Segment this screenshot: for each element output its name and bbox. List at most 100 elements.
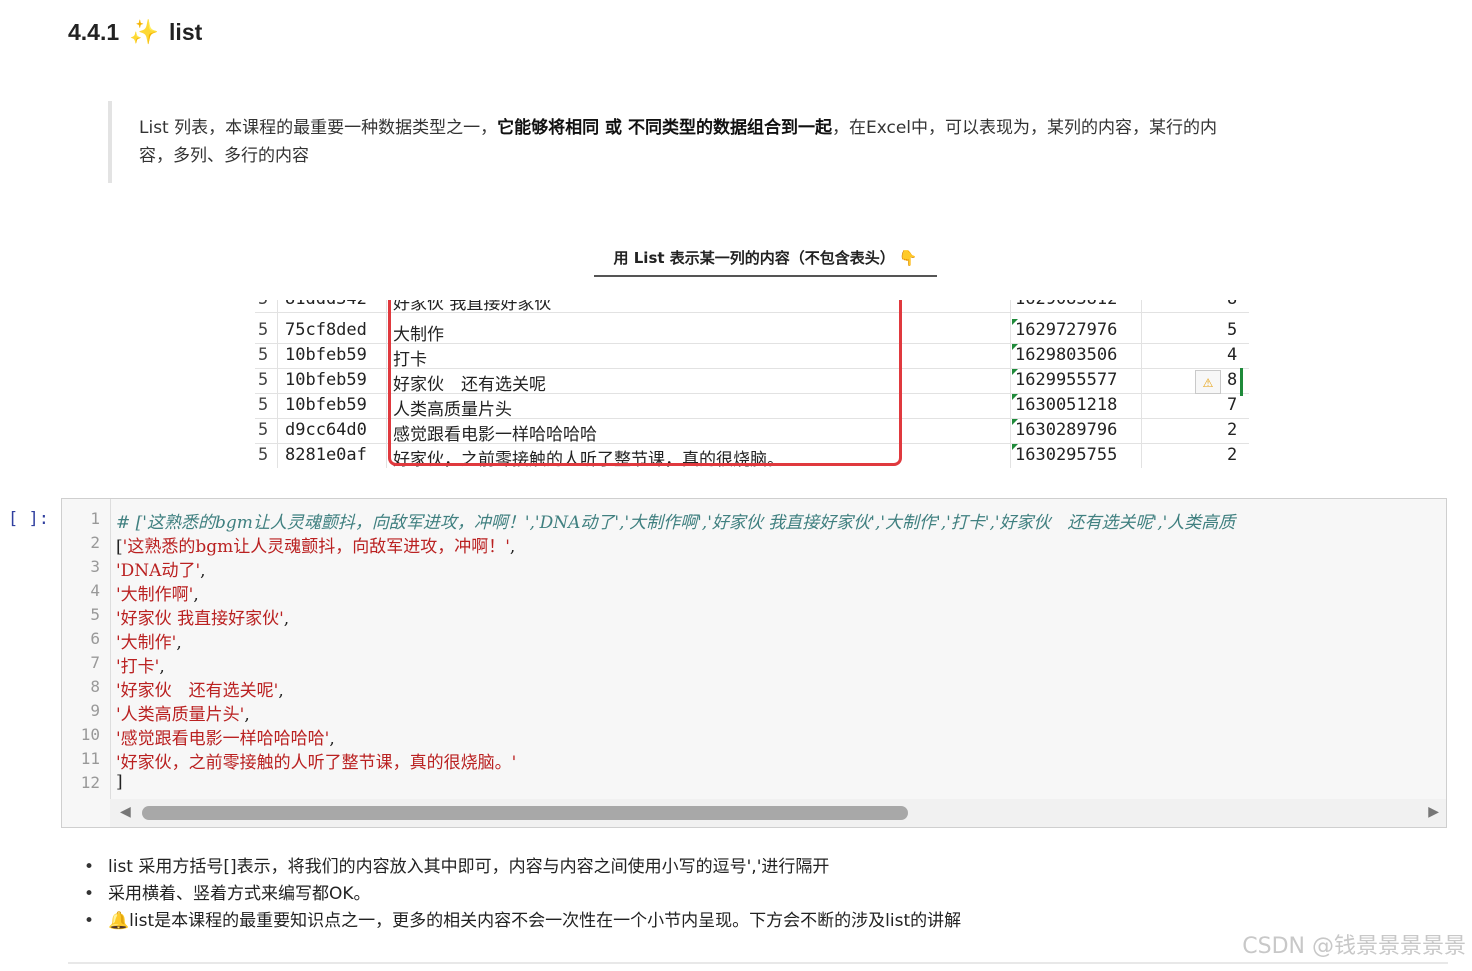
- bullet-text: 采用横着、竖着方式来编写都OK。: [108, 884, 371, 904]
- sheet-cell-number: 7: [1227, 395, 1238, 415]
- line-number: 10: [80, 725, 100, 744]
- scroll-left-icon[interactable]: ◀: [120, 804, 131, 820]
- list-item-string: 'DNA动了': [116, 561, 201, 581]
- bullet-text: list是本课程的最重要知识点之一，更多的相关内容不会一次性在一个小节内呈现。下…: [129, 911, 962, 931]
- warning-icon: ⚠: [1195, 370, 1221, 394]
- sheet-cell-timestamp: 1630295755: [1015, 445, 1118, 465]
- list-item-string: '打卡': [116, 657, 160, 677]
- sheet-cell-id: 10bfeb59: [285, 395, 367, 415]
- code-line: '好家伙 还有选关呢',: [116, 676, 284, 701]
- sheet-cell-id: 8281e0af: [285, 445, 367, 465]
- sheet-cell-a: 5: [258, 420, 269, 440]
- line-number: 6: [90, 629, 100, 648]
- list-separator: ,: [283, 609, 290, 629]
- list-item-string: '大制作啊': [116, 585, 194, 605]
- sheet-cell-timestamp: 1629803506: [1015, 345, 1118, 365]
- code-line: '好家伙 我直接好家伙',: [116, 604, 289, 629]
- bullet-text: list 采用方括号[]表示，将我们的内容放入其中即可，内容与内容之间使用小写的…: [108, 857, 830, 877]
- list-separator: ,: [329, 729, 335, 749]
- list-separator: ,: [159, 657, 165, 677]
- sheet-cell-a: 5: [258, 300, 268, 309]
- section-title: list: [169, 18, 203, 45]
- sheet-cell-a: 5: [258, 445, 269, 465]
- intro-blockquote: List 列表，本课程的最重要一种数据类型之一，它能够将相同 或 不同类型的数据…: [108, 101, 1388, 183]
- cell-flag-icon: [1012, 419, 1018, 425]
- code-line: ['这熟悉的bgm让人灵魂颤抖，向敌军进攻，冲啊！',: [116, 532, 515, 557]
- line-number: 11: [80, 749, 100, 768]
- section-heading: 4.4.1 ✨ list: [68, 14, 202, 50]
- sheet-cell-id: 75cf8ded: [285, 320, 367, 340]
- sheet-cell-timestamp: 1629083812: [1015, 300, 1117, 309]
- scroll-right-icon[interactable]: ▶: [1428, 804, 1439, 820]
- list-item-string: '好家伙 我直接好家伙': [116, 609, 284, 629]
- section-number: 4.4.1: [68, 18, 120, 45]
- cell-flag-icon: [1012, 344, 1018, 350]
- list-separator: ,: [193, 585, 199, 605]
- sheet-cell-number: 5: [1227, 320, 1238, 340]
- line-number: 5: [90, 605, 100, 624]
- list-item-string: '感觉跟看电影一样哈哈哈哈': [116, 729, 330, 749]
- list-item: 🔔list是本课程的最重要知识点之一，更多的相关内容不会一次性在一个小节内呈现。…: [84, 908, 961, 935]
- list-close-bracket: ]: [116, 772, 123, 792]
- list-item-string: '好家伙，之前零接触的人听了整节课，真的很烧脑。': [116, 753, 517, 773]
- cell-selection-indicator: [1240, 368, 1243, 396]
- sheet-cell-number: 2: [1227, 445, 1238, 465]
- list-item-string: '大制作': [116, 633, 177, 653]
- sheet-cell-id: 10bfeb59: [285, 345, 367, 365]
- sheet-cell-a: 5: [258, 395, 269, 415]
- line-number: 9: [90, 701, 100, 720]
- caption-text: 用 List 表示某一列的内容（不包含表头）: [613, 249, 895, 267]
- list-separator: ,: [200, 561, 206, 581]
- code-line: ]: [116, 772, 123, 792]
- sheet-cell-a: 5: [258, 320, 269, 340]
- cell-flag-icon: [1012, 394, 1018, 400]
- horizontal-scrollbar[interactable]: ◀ ▶: [110, 799, 1446, 827]
- line-number: 12: [80, 773, 100, 792]
- sheet-cell-number: 8: [1227, 300, 1237, 309]
- code-line: '大制作',: [116, 628, 182, 653]
- code-line: 'DNA动了',: [116, 556, 206, 581]
- line-number: 7: [90, 653, 100, 672]
- list-item: list 采用方括号[]表示，将我们的内容放入其中即可，内容与内容之间使用小写的…: [84, 854, 961, 881]
- sheet-cell-a: 5: [258, 345, 269, 365]
- intro-text-1: List 列表，本课程的最重要一种数据类型之一，: [139, 118, 498, 138]
- line-number: 8: [90, 677, 100, 696]
- scrollbar-thumb[interactable]: [142, 806, 908, 820]
- divider: [68, 962, 1448, 964]
- cell-flag-icon: [1012, 369, 1018, 375]
- bell-icon: 🔔: [108, 911, 130, 931]
- code-line: '大制作啊',: [116, 580, 199, 605]
- intro-text-2: ，在Excel中，可以表现为，某列的内容，某行的内: [831, 118, 1217, 138]
- line-number: 4: [90, 581, 100, 600]
- code-cell[interactable]: 1 2 3 4 5 6 7 8 9 10 11 12 # ['这熟悉的bgm让人…: [61, 498, 1447, 828]
- line-number: 2: [90, 533, 100, 552]
- list-item: 采用横着、竖着方式来编写都OK。: [84, 881, 961, 908]
- line-number: 3: [90, 557, 100, 576]
- cell-flag-icon: [1012, 444, 1018, 450]
- list-item-string: '人类高质量片头': [116, 705, 245, 725]
- sheet-cell-timestamp: 1629955577: [1015, 370, 1118, 390]
- cell-flag-icon: [1012, 319, 1018, 325]
- code-line: # ['这熟悉的bgm让人灵魂颤抖，向敌军进攻，冲啊！','DNA动了','大制…: [116, 508, 1235, 533]
- sheet-cell-timestamp: 1630051218: [1015, 395, 1118, 415]
- cell-prompt: [ ]:: [8, 509, 49, 529]
- spreadsheet-screenshot: 5 81ddd342 好家伙 我直接好家伙 1629083812 8 5 75c…: [255, 300, 1249, 468]
- code-line: '人类高质量片头',: [116, 700, 250, 725]
- bullet-list: list 采用方括号[]表示，将我们的内容放入其中即可，内容与内容之间使用小写的…: [84, 854, 961, 935]
- list-separator: ,: [509, 537, 516, 557]
- sheet-cell-id: 10bfeb59: [285, 370, 367, 390]
- list-item-string: '好家伙 还有选关呢': [116, 681, 279, 701]
- highlight-box: [388, 300, 902, 466]
- list-separator: ,: [278, 681, 284, 701]
- list-open-bracket: [: [116, 537, 123, 557]
- sheet-cell-number: 8: [1227, 370, 1238, 390]
- intro-text-3: 容，多列、多行的内容: [139, 146, 309, 166]
- line-number-gutter: 1 2 3 4 5 6 7 8 9 10 11 12: [62, 499, 111, 799]
- pointing-hand-icon: 👇: [898, 249, 918, 267]
- code-line: '感觉跟看电影一样哈哈哈哈',: [116, 724, 335, 749]
- sheet-cell-timestamp: 1629727976: [1015, 320, 1118, 340]
- list-item-string: '这熟悉的bgm让人灵魂颤抖，向敌军进攻，冲啊！': [122, 537, 510, 557]
- sheet-cell-number: 2: [1227, 420, 1238, 440]
- image-caption: 用 List 表示某一列的内容（不包含表头） 👇: [594, 247, 937, 277]
- code-line: '打卡',: [116, 652, 165, 677]
